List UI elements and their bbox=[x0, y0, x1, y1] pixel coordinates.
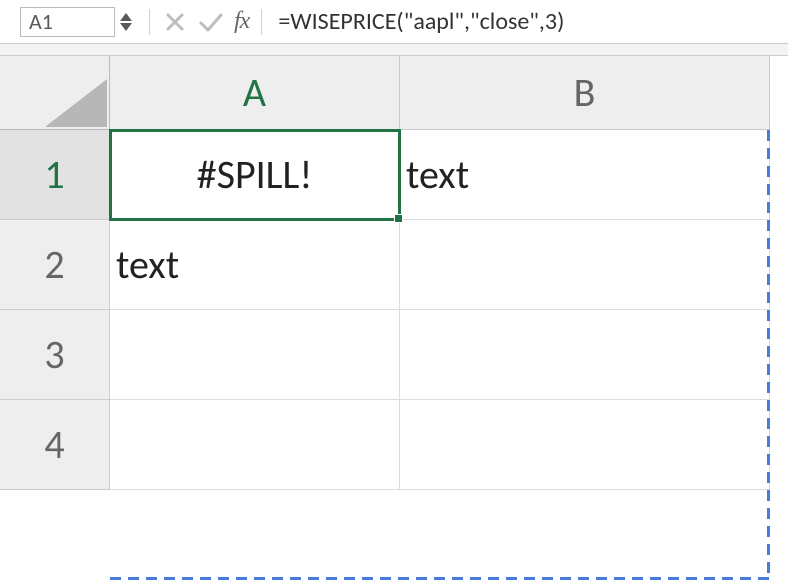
cell-a3[interactable] bbox=[110, 310, 400, 400]
cell-a2[interactable]: text bbox=[110, 220, 400, 310]
col-head-b[interactable]: B bbox=[400, 56, 770, 130]
check-icon bbox=[198, 11, 224, 33]
name-box-stepper[interactable] bbox=[119, 7, 133, 37]
chevron-up-icon bbox=[119, 12, 133, 22]
enter-button[interactable] bbox=[196, 7, 226, 37]
worksheet-grid: A B 1 #SPILL! text 2 text 3 4 bbox=[0, 56, 788, 490]
divider bbox=[261, 9, 262, 35]
cell-b3[interactable] bbox=[400, 310, 770, 400]
ribbon-gap bbox=[0, 44, 788, 56]
x-icon bbox=[164, 11, 186, 33]
row-head-4[interactable]: 4 bbox=[0, 400, 110, 490]
fx-label[interactable]: fx bbox=[232, 8, 251, 35]
name-box-value: A1 bbox=[29, 8, 53, 35]
col-head-a[interactable]: A bbox=[110, 56, 400, 130]
row-head-3[interactable]: 3 bbox=[0, 310, 110, 400]
divider bbox=[149, 9, 150, 35]
formula-bar: A1 fx =WISEPRICE("aapl","close",3) bbox=[0, 0, 788, 44]
cancel-button[interactable] bbox=[160, 7, 190, 37]
cell-a1[interactable]: #SPILL! bbox=[110, 130, 400, 220]
formula-input[interactable]: =WISEPRICE("aapl","close",3) bbox=[272, 7, 778, 37]
cell-b1[interactable]: text bbox=[400, 130, 770, 220]
cell-a4[interactable] bbox=[110, 400, 400, 490]
cell-b2[interactable] bbox=[400, 220, 770, 310]
select-all-corner[interactable] bbox=[0, 56, 110, 130]
row-head-1[interactable]: 1 bbox=[0, 130, 110, 220]
cell-b4[interactable] bbox=[400, 400, 770, 490]
row-head-2[interactable]: 2 bbox=[0, 220, 110, 310]
name-box[interactable]: A1 bbox=[20, 7, 115, 37]
chevron-down-icon bbox=[119, 22, 133, 32]
formula-text: =WISEPRICE("aapl","close",3) bbox=[278, 7, 564, 36]
